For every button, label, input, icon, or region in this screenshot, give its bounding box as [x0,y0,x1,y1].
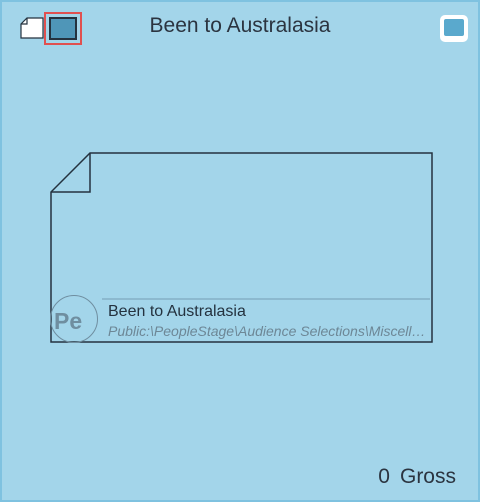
count-value: 0 [378,465,390,488]
card-name: Been to Australasia [108,303,246,320]
window-icon-inner [444,19,464,36]
selection-panel: Been to Australasia Pe Been to Australas… [0,0,480,502]
count-display: 0 Gross [378,465,456,489]
divider [102,298,430,300]
avatar: Pe [50,295,98,343]
card-path: Public:\PeopleStage\Audience Selections\… [108,323,426,339]
count-unit: Gross [399,465,456,488]
window-icon[interactable] [440,15,468,42]
panel-title: Been to Australasia [149,14,331,37]
selection-card[interactable]: Pe Been to Australasia Public:\PeopleSta… [50,152,434,344]
badge-text: Pe [54,308,83,334]
